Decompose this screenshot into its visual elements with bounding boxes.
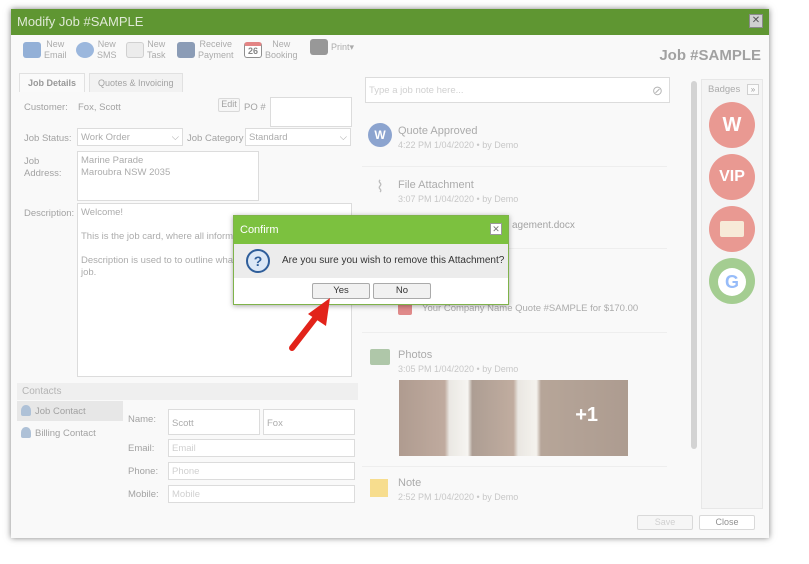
confirm-dialog: Confirm ✕ ? Are you sure you wish to rem… [233, 215, 509, 305]
title-bar: Modify Job #SAMPLE ✕ [11, 9, 769, 35]
dialog-message: Are you sure you wish to remove this Att… [282, 255, 505, 266]
dialog-body: ? Are you sure you wish to remove this A… [234, 244, 508, 278]
dialog-title: Confirm [240, 224, 279, 236]
red-arrow-icon [289, 298, 330, 351]
no-button[interactable]: No [373, 283, 431, 299]
close-icon[interactable]: ✕ [490, 223, 502, 235]
question-icon: ? [246, 249, 270, 273]
window-title: Modify Job #SAMPLE [17, 14, 144, 29]
dialog-header: Confirm ✕ [234, 216, 508, 244]
close-window-icon[interactable]: ✕ [749, 14, 763, 28]
